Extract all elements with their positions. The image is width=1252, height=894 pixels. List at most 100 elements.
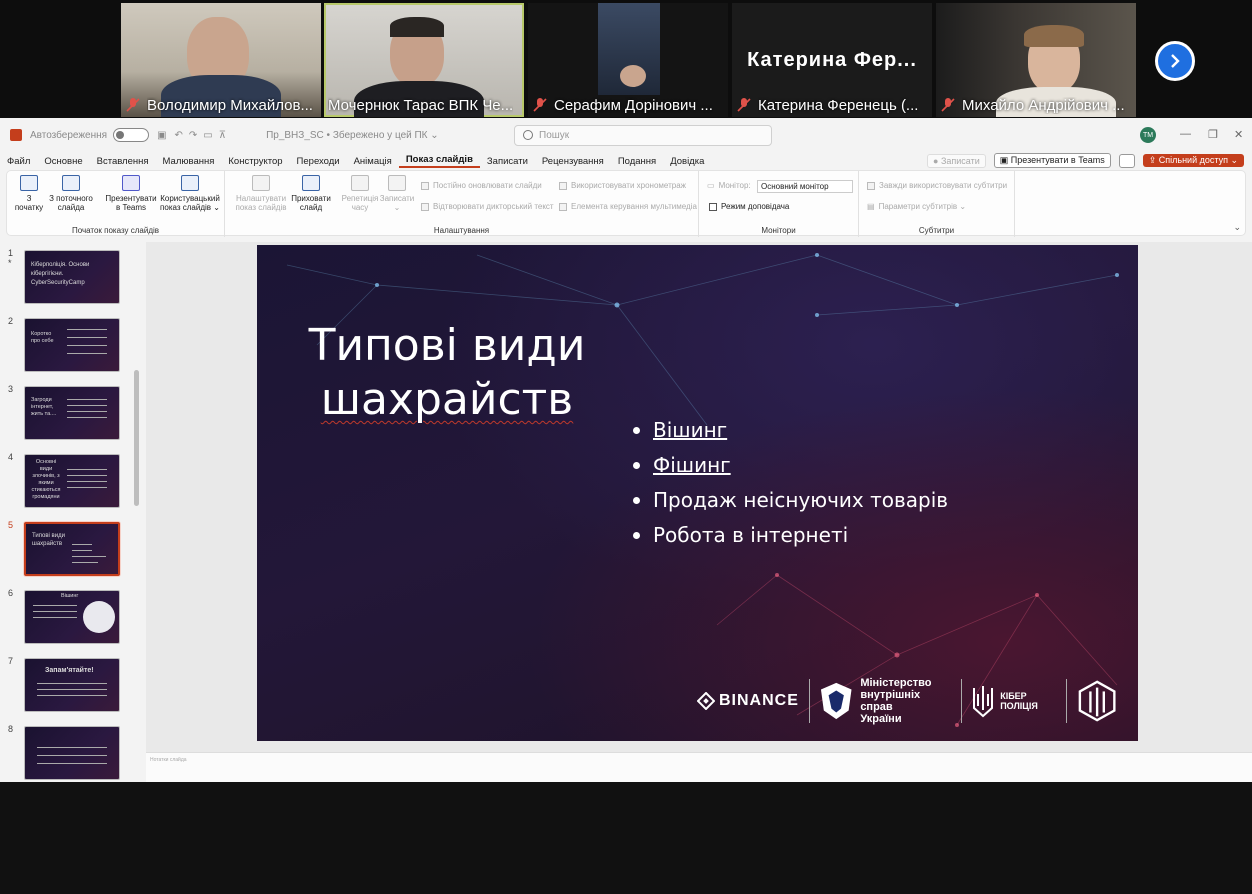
participant-tile-3[interactable]: Серафим Дорінович ... (528, 3, 728, 117)
start-slideshow-icon[interactable]: ▭ (203, 130, 212, 141)
thumbnail-slide-4[interactable]: Основні види злочинів, з якими стикаютьс… (24, 454, 120, 508)
current-slide[interactable]: Типові види шахрайств Вішинг Фішинг Прод… (257, 245, 1138, 741)
save-icon[interactable]: ▣ (157, 130, 166, 141)
group-monitors: ▭ Монітор: Основний монітор Режим доповід… (699, 171, 859, 237)
record-slideshow-button[interactable]: Записати ⌄ (377, 175, 417, 212)
checkbox-box (867, 181, 875, 190)
group-start-slideshow: З початку З поточного слайда Презентуват… (7, 171, 225, 237)
always-subtitles-checkbox[interactable]: Завжди використовувати субтитри (867, 181, 1007, 190)
thumbnail-title: Коротко про себе (31, 331, 54, 344)
slide-bullet-list[interactable]: Вішинг Фішинг Продаж неіснуючих товарів … (633, 413, 948, 553)
record-label: Записати (940, 155, 980, 166)
bullet-item: Фішинг (633, 448, 948, 483)
tab-transitions[interactable]: Переходи (290, 156, 347, 167)
thumbnail-slide-7[interactable]: Запам'ятайте! (24, 658, 120, 712)
custom-slideshow-button[interactable]: Користувацький показ слайдів ⌄ (157, 175, 223, 212)
thumbnail-scrollbar[interactable] (133, 366, 140, 894)
scrollbar-thumb[interactable] (134, 370, 139, 506)
undo-icon[interactable]: ↶ (175, 130, 183, 141)
mic-off-icon (941, 98, 955, 112)
media-controls-checkbox[interactable]: Елемента керування мультимедіа (559, 202, 697, 211)
present-in-teams-button[interactable]: ▣ Презентувати в Teams (993, 153, 1111, 168)
search-box[interactable]: Пошук (514, 125, 772, 146)
tab-animations[interactable]: Анімація (347, 156, 399, 167)
restore-icon[interactable]: ❐ (1208, 128, 1218, 141)
setup-slideshow-button[interactable]: Налаштувати показ слайдів (231, 175, 291, 212)
thumbnail-slide-8[interactable] (24, 726, 120, 780)
teams-participant-bar: Володимир Михайлов... Мочернюк Тарас ВПК… (0, 0, 1252, 118)
thumbnail-slide-5[interactable]: Типові види шахрайств (24, 522, 120, 576)
record-slideshow-label: Записати ⌄ (379, 194, 415, 212)
binance-logo-text: BINANCE (719, 692, 799, 709)
pin-icon[interactable]: ⊼ (219, 130, 226, 141)
slide-title[interactable]: Типові види шахрайств (307, 319, 587, 427)
play-narrations-checkbox[interactable]: Відтворювати дикторський текст (421, 202, 554, 211)
tab-design[interactable]: Конструктор (221, 156, 289, 167)
always-subtitles-label: Завжди використовувати субтитри (879, 181, 1008, 190)
monitor-icon: ▭ (707, 181, 715, 190)
thumbnail-text-line (67, 487, 107, 488)
thumbnail-text-line (67, 345, 107, 346)
thumbnail-title: Основні види злочинів, з якими стикаютьс… (31, 459, 61, 500)
tab-file[interactable]: Файл (0, 156, 37, 167)
binance-logo: BINANCE (697, 692, 799, 710)
bullet-text: Продаж неіснуючих товарів (653, 488, 949, 512)
redo-icon[interactable]: ↷ (189, 130, 197, 141)
user-avatar[interactable]: TM (1140, 127, 1156, 143)
thumbnail-text-line (67, 469, 107, 470)
hide-slide-button[interactable]: Приховати слайд (289, 175, 333, 212)
thumbnail-text-line (33, 605, 77, 606)
record-slideshow-icon (388, 175, 406, 191)
present-in-teams-ribbon-button[interactable]: Презентувати в Teams (103, 175, 159, 212)
minimize-icon[interactable]: — (1180, 128, 1191, 140)
document-title[interactable]: Пр_ВНЗ_SC • Збережено у цей ПК ⌄ (266, 130, 439, 141)
autosave-label: Автозбереження (30, 129, 108, 141)
thumbnail-text-line (37, 747, 107, 748)
tab-slideshow[interactable]: Показ слайдів (398, 154, 480, 168)
autosave-toggle[interactable] (113, 128, 150, 142)
participant-name: Михайло Андрійович ... (962, 96, 1125, 114)
record-button[interactable]: ● Записати (927, 153, 986, 168)
thumbnail-slide-6[interactable]: Вішинг (24, 590, 120, 644)
monitor-select[interactable]: Основний монітор (757, 180, 853, 193)
use-timings-checkbox[interactable]: Використовувати хронометраж (559, 181, 686, 190)
thumbnail-slide-1[interactable]: Кіберполіція. Основи кібергігієни. Cyber… (24, 250, 120, 304)
thumbnail-text-line (67, 337, 107, 338)
tab-insert[interactable]: Вставлення (90, 156, 156, 167)
subtitle-settings-button[interactable]: ▤ Параметри субтитрів ⌄ (867, 202, 966, 211)
participant-tile-1[interactable]: Володимир Михайлов... (121, 3, 321, 117)
presenter-view-checkbox[interactable]: Режим доповідача (709, 202, 789, 211)
collapse-ribbon-icon[interactable]: ⌄ (1233, 222, 1241, 233)
cyberpolice-logo-text: КІБЕР ПОЛІЦІЯ (1000, 691, 1038, 711)
close-icon[interactable]: ✕ (1234, 128, 1243, 141)
present-in-teams-ribbon-label: Презентувати в Teams (105, 194, 157, 212)
tab-review[interactable]: Рецензування (535, 156, 611, 167)
tab-view[interactable]: Подання (611, 156, 663, 167)
thumbnail-text-line (67, 411, 107, 412)
group-label: Налаштування (433, 226, 490, 235)
participant-tile-4[interactable]: Катерина Фер... Катерина Ференець (... (732, 3, 932, 117)
participant-tile-5[interactable]: Михайло Андрійович ... (936, 3, 1136, 117)
tab-record[interactable]: Записати (480, 156, 535, 167)
from-current-button[interactable]: З поточного слайда (45, 175, 97, 212)
notes-pane[interactable]: Нотатки слайда (146, 752, 1252, 782)
monitor-label-text: Монітор: (718, 181, 751, 190)
tab-home[interactable]: Основне (37, 156, 89, 167)
participant-tile-2[interactable]: Мочернюк Тарас ВПК Че... (324, 3, 524, 117)
thumbnail-text-line (67, 353, 107, 354)
share-button[interactable]: ⇪ Спільний доступ ⌄ (1142, 154, 1244, 167)
rehearse-timings-button[interactable]: Репетиція часу (339, 175, 381, 212)
setup-icon (252, 175, 270, 191)
keep-updated-checkbox[interactable]: Постійно оновлювати слайди (421, 181, 542, 190)
thumbnail-slide-2[interactable]: Коротко про себе (24, 318, 120, 372)
rehearse-icon (351, 175, 369, 191)
keep-updated-label: Постійно оновлювати слайди (433, 181, 542, 190)
comments-icon[interactable] (1118, 153, 1135, 168)
from-beginning-button[interactable]: З початку (13, 175, 45, 212)
thumbnail-slide-3[interactable]: Загроди інтернет, жить та.... (24, 386, 120, 440)
thumbnail-phone-image (83, 601, 115, 633)
tab-draw[interactable]: Малювання (156, 156, 222, 167)
next-participants-button[interactable] (1155, 41, 1195, 81)
presenter-view-label: Режим доповідача (721, 202, 790, 211)
tab-help[interactable]: Довідка (663, 156, 711, 167)
